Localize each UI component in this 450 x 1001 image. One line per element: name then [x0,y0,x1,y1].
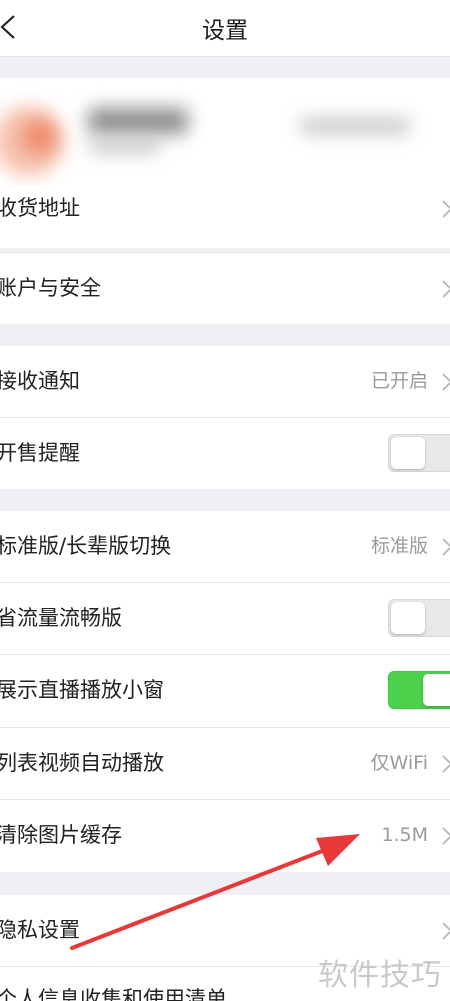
sale-reminder-row: 开售提醒 [0,418,450,489]
toggle-knob [423,674,450,706]
clear-cache-row[interactable]: 清除图片缓存 1.5M [0,800,450,872]
cache-size-value: 1.5M [381,824,428,846]
data-saver-label: 省流量流畅版 [0,606,122,630]
toggle-knob [391,602,425,634]
watermark: 软件技巧 [318,958,442,993]
notifications-row[interactable]: 接收通知 已开启 [0,346,450,417]
live-mini-window-toggle[interactable] [388,671,450,709]
data-saver-toggle[interactable] [388,599,450,637]
autoplay-row[interactable]: 列表视频自动播放 仅WiFi [0,728,450,799]
clear-cache-label: 清除图片缓存 [0,823,122,847]
username-blur [88,108,188,134]
sale-reminder-label: 开售提醒 [0,441,80,465]
live-mini-window-row: 展示直播播放小窗 [0,655,450,727]
nav-bar: 设置 [0,0,450,57]
toggle-knob [391,437,425,469]
profile-card[interactable]: 收货地址 [0,78,450,248]
version-switch-row[interactable]: 标准版/长辈版切换 标准版 [0,511,450,582]
address-label: 收货地址 [0,196,80,220]
version-switch-label: 标准版/长辈版切换 [0,534,172,558]
chevron-right-icon [442,755,450,773]
notifications-value: 已开启 [370,370,428,392]
profile-extra-blur [300,118,410,134]
account-security-row[interactable]: 账户与安全 [0,253,450,324]
autoplay-value: 仅WiFi [370,752,428,774]
page-title: 设置 [202,18,248,44]
chevron-right-icon [442,922,450,940]
chevron-right-icon [442,538,450,556]
live-mini-window-label: 展示直播播放小窗 [0,678,164,702]
privacy-settings-label: 隐私设置 [0,918,80,942]
personal-info-list-label: 个人信息收集和使用清单 [0,987,227,1001]
autoplay-label: 列表视频自动播放 [0,751,164,775]
chevron-right-icon [442,200,450,218]
user-info-blur [90,140,160,152]
chevron-right-icon [442,827,450,845]
chevron-right-icon [442,373,450,391]
account-security-label: 账户与安全 [0,276,101,300]
avatar-center [22,120,56,154]
notifications-label: 接收通知 [0,369,80,393]
data-saver-row: 省流量流畅版 [0,583,450,654]
version-switch-value: 标准版 [370,535,428,557]
chevron-right-icon [442,280,450,298]
sale-reminder-toggle[interactable] [388,434,450,472]
